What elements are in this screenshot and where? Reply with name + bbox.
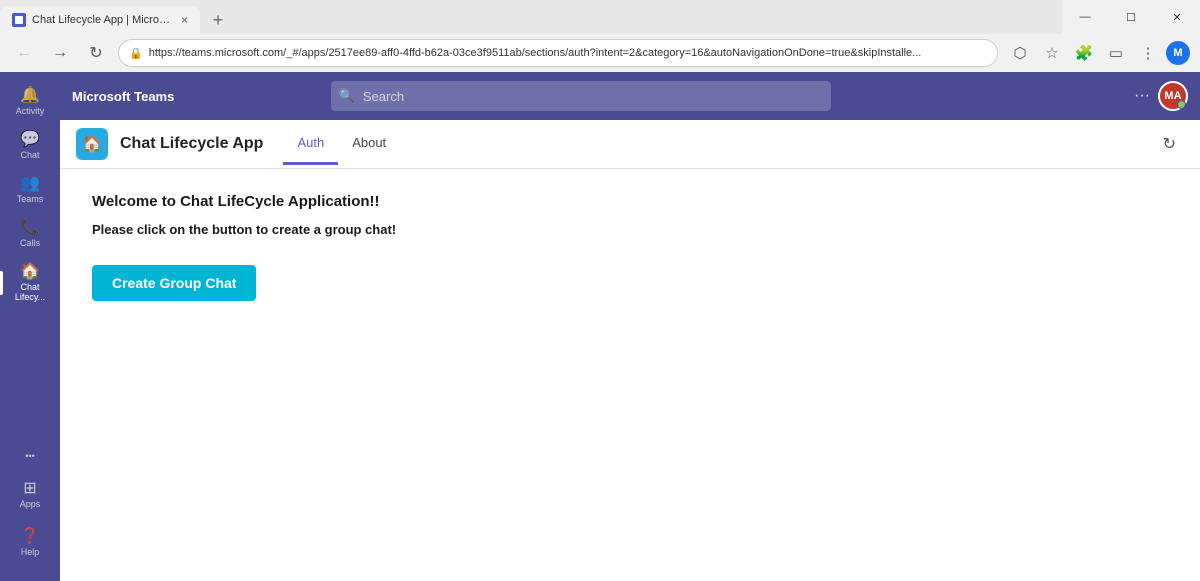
sidebar-toggle-button[interactable]: ▭ <box>1102 39 1130 67</box>
browser-chrome: Chat Lifecycle App | Microsoft Te... × +… <box>0 0 1200 72</box>
tab-about[interactable]: About <box>338 123 400 165</box>
tab-title: Chat Lifecycle App | Microsoft Te... <box>32 14 171 26</box>
search-input[interactable] <box>331 81 831 111</box>
help-icon: ❓ <box>20 529 40 545</box>
address-bar-row: ← → ↻ 🔒 https://teams.microsoft.com/_#/a… <box>0 34 1200 72</box>
maximize-button[interactable]: ☐ <box>1108 0 1154 34</box>
sidebar-item-calls[interactable]: 📞 Calls <box>0 212 60 256</box>
sidebar-label-chat-lifecycle: Chat Lifecy... <box>6 282 54 302</box>
sidebar-item-help[interactable]: ❓ Help <box>0 521 60 565</box>
home-icon: 🏠 <box>20 264 40 280</box>
avatar[interactable]: MA <box>1158 81 1188 111</box>
window-controls: — ☐ ✕ <box>1062 0 1200 34</box>
teams-sidebar: 🔔 Activity 💬 Chat 👥 Teams 📞 Calls 🏠 Chat… <box>0 72 60 581</box>
create-group-chat-button[interactable]: Create Group Chat <box>92 265 256 301</box>
app-title: Chat Lifecycle App <box>120 135 263 153</box>
cast-button[interactable]: ⬡ <box>1006 39 1034 67</box>
sidebar-item-more[interactable]: ••• <box>0 443 60 469</box>
sidebar-item-chat-lifecycle[interactable]: 🏠 Chat Lifecy... <box>0 256 60 310</box>
main-content: 🏠 Chat Lifecycle App Auth About ↻ Welcom… <box>60 120 1200 581</box>
sidebar-label-teams: Teams <box>17 194 44 204</box>
tab-close-button[interactable]: × <box>181 13 188 27</box>
search-icon: 🔍 <box>339 88 355 104</box>
teams-main: Microsoft Teams 🔍 ··· MA 🏠 <box>60 72 1200 581</box>
close-button[interactable]: ✕ <box>1154 0 1200 34</box>
teams-search: 🔍 <box>331 81 831 111</box>
sidebar-label-apps: Apps <box>20 499 41 509</box>
browser-tab[interactable]: Chat Lifecycle App | Microsoft Te... × <box>0 6 200 34</box>
bookmark-button[interactable]: ☆ <box>1038 39 1066 67</box>
new-tab-button[interactable]: + <box>204 6 232 34</box>
welcome-heading: Welcome to Chat LifeCycle Application!! <box>92 193 1168 210</box>
sidebar-item-activity[interactable]: 🔔 Activity <box>0 80 60 124</box>
teams-logo: Microsoft Teams <box>72 89 174 104</box>
app-layout: 🔔 Activity 💬 Chat 👥 Teams 📞 Calls 🏠 Chat… <box>0 72 1200 581</box>
calls-icon: 📞 <box>20 220 40 236</box>
refresh-button[interactable]: ↻ <box>1155 126 1184 162</box>
welcome-subtext: Please click on the button to create a g… <box>92 222 1168 237</box>
more-label: ••• <box>25 451 34 461</box>
browser-toolbar-right: ⬡ ☆ 🧩 ▭ ⋮ M <box>1006 39 1190 67</box>
more-icon[interactable]: ··· <box>1134 87 1150 105</box>
address-bar[interactable]: 🔒 https://teams.microsoft.com/_#/apps/25… <box>118 39 998 67</box>
sidebar-label-chat: Chat <box>20 150 39 160</box>
url-text: https://teams.microsoft.com/_#/apps/2517… <box>149 47 987 59</box>
minimize-button[interactable]: — <box>1062 0 1108 34</box>
sidebar-label-help: Help <box>21 547 40 557</box>
more-options-button[interactable]: ⋮ <box>1134 39 1162 67</box>
sidebar-item-teams[interactable]: 👥 Teams <box>0 168 60 212</box>
sidebar-item-apps[interactable]: ⊞ Apps <box>0 473 60 517</box>
forward-button[interactable]: → <box>46 39 74 67</box>
extensions-button[interactable]: 🧩 <box>1070 39 1098 67</box>
tab-favicon <box>12 13 26 27</box>
back-button[interactable]: ← <box>10 39 38 67</box>
teams-header-right: ··· MA <box>1134 81 1188 111</box>
apps-icon: ⊞ <box>23 481 36 497</box>
app-icon-symbol: 🏠 <box>82 134 102 154</box>
sidebar-item-chat[interactable]: 💬 Chat <box>0 124 60 168</box>
teams-icon: 👥 <box>20 176 40 192</box>
activity-icon: 🔔 <box>20 88 40 104</box>
sidebar-bottom: ••• ⊞ Apps ❓ Help <box>0 443 60 573</box>
sidebar-label-activity: Activity <box>16 106 45 116</box>
chat-icon: 💬 <box>20 132 40 148</box>
app-icon: 🏠 <box>76 128 108 160</box>
search-wrapper: 🔍 <box>331 81 831 111</box>
lock-icon: 🔒 <box>129 47 143 60</box>
sidebar-label-calls: Calls <box>20 238 40 248</box>
teams-header: Microsoft Teams 🔍 ··· MA <box>60 72 1200 120</box>
avatar-status <box>1177 100 1186 109</box>
tab-auth[interactable]: Auth <box>283 123 338 165</box>
browser-profile-icon[interactable]: M <box>1166 41 1190 65</box>
content-header: 🏠 Chat Lifecycle App Auth About ↻ <box>60 120 1200 169</box>
app-tabs: Auth About <box>283 123 400 165</box>
reload-button[interactable]: ↻ <box>82 39 110 67</box>
app-body: Welcome to Chat LifeCycle Application!! … <box>60 169 1200 581</box>
